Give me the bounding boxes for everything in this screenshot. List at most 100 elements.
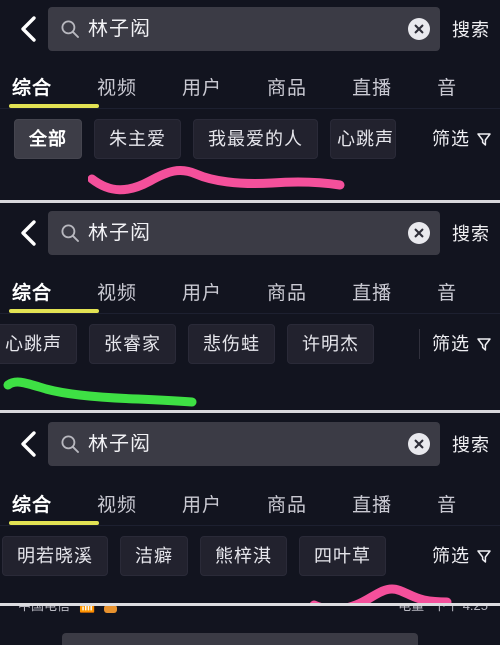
chip-zhuzhuai[interactable]: 朱主爱	[94, 119, 181, 159]
tab-yinyue[interactable]: 音	[437, 496, 457, 525]
tab-yinyue[interactable]: 音	[437, 284, 457, 313]
search-input-value: 林子闳	[88, 223, 151, 243]
screenshot-root: 林子闳 搜索 综合 视频 用户 商品 直播 音 全部 朱主爱 我最爱的人 心跳声…	[0, 0, 500, 645]
tab-label: 综合	[12, 495, 53, 516]
tab-label: 直播	[352, 495, 393, 516]
search-input[interactable]: 林子闳	[48, 211, 440, 255]
chip-label: 我最爱的人	[208, 129, 303, 149]
chevron-left-icon	[21, 220, 36, 246]
tab-yinyue[interactable]: 音	[437, 79, 457, 108]
tab-shangpin[interactable]: 商品	[267, 496, 307, 525]
funnel-icon	[476, 548, 492, 564]
chip-xintiaosheng[interactable]: 心跳声	[330, 119, 396, 159]
search-input[interactable]: 林子闳	[48, 422, 440, 466]
tab-yonghu[interactable]: 用户	[182, 496, 222, 525]
tab-shangpin[interactable]: 商品	[267, 284, 307, 313]
clipped-status-bar: 中国电信 📶 电量 下午 4:25	[0, 603, 500, 621]
tab-zhibo[interactable]: 直播	[352, 496, 392, 525]
tab-label: 音	[437, 495, 458, 516]
search-screen-panel-2: 林子闳 搜索 综合 视频 用户 商品 直播 音 心跳声 张睿家 悲伤蛙 许明杰 …	[0, 203, 500, 410]
search-tabs: 综合 视频 用户 商品 直播 音	[0, 475, 500, 525]
tab-label: 直播	[352, 283, 393, 304]
chip-siyecao[interactable]: 四叶草	[299, 536, 386, 576]
filter-label: 筛选	[432, 334, 470, 354]
chip-beishangwa[interactable]: 悲伤蛙	[188, 324, 275, 364]
search-input[interactable]	[62, 633, 418, 645]
tab-label: 综合	[12, 283, 53, 304]
search-icon	[60, 19, 80, 39]
search-header: 林子闳 搜索	[0, 413, 500, 475]
search-submit-button[interactable]: 搜索	[444, 431, 494, 457]
status-bar-right-glyphs: 电量 下午 4:25	[398, 606, 488, 620]
tab-label: 视频	[97, 283, 138, 304]
tab-label: 综合	[12, 78, 53, 99]
tab-shipin[interactable]: 视频	[97, 284, 137, 313]
signal-icon: 📶	[79, 606, 95, 612]
tab-shipin[interactable]: 视频	[97, 496, 137, 525]
chip-label: 明若晓溪	[17, 546, 93, 566]
chip-label: 张睿家	[104, 334, 161, 354]
filter-button[interactable]: 筛选	[432, 119, 500, 159]
tab-zonghe[interactable]: 综合	[9, 495, 99, 525]
tab-yonghu[interactable]: 用户	[182, 284, 222, 313]
search-submit-button[interactable]: 搜索	[444, 220, 494, 246]
funnel-icon	[476, 336, 492, 352]
chevron-left-icon	[21, 431, 36, 457]
chip-mingruoxiaoxi[interactable]: 明若晓溪	[2, 536, 108, 576]
tab-zhibo[interactable]: 直播	[352, 79, 392, 108]
search-icon	[60, 223, 80, 243]
chip-xiongziqi[interactable]: 熊梓淇	[200, 536, 287, 576]
search-input-value: 林子闳	[88, 19, 151, 39]
search-submit-button[interactable]: 搜索	[444, 16, 494, 42]
chip-wozuiaiderren[interactable]: 我最爱的人	[193, 119, 318, 159]
tab-label: 用户	[182, 283, 223, 304]
clear-search-button[interactable]	[408, 433, 430, 455]
search-input[interactable]: 林子闳	[48, 7, 440, 51]
chip-zhangruijia[interactable]: 张睿家	[89, 324, 176, 364]
carrier-label: 中国电信	[18, 606, 70, 612]
tab-shangpin[interactable]: 商品	[267, 79, 307, 108]
search-header: 林子闳 搜索	[0, 0, 500, 58]
tab-zhibo[interactable]: 直播	[352, 284, 392, 313]
clear-search-button[interactable]	[408, 18, 430, 40]
tab-shipin[interactable]: 视频	[97, 79, 137, 108]
search-icon	[60, 434, 80, 454]
tab-label: 直播	[352, 78, 393, 99]
chip-quanbu[interactable]: 全部	[14, 119, 82, 159]
tab-zonghe[interactable]: 综合	[9, 78, 99, 108]
back-button[interactable]	[8, 211, 48, 255]
tab-label: 音	[437, 283, 458, 304]
chip-jiepi[interactable]: 洁癖	[120, 536, 188, 576]
chip-label: 熊梓淇	[215, 546, 272, 566]
back-button[interactable]	[8, 7, 48, 51]
pink-annotation-scribble-2	[309, 584, 452, 603]
chip-label: 悲伤蛙	[203, 334, 260, 354]
filter-divider	[419, 329, 420, 359]
tab-label: 商品	[267, 78, 308, 99]
filter-button[interactable]: 筛选	[419, 324, 500, 364]
search-screen-panel-1: 林子闳 搜索 综合 视频 用户 商品 直播 音 全部 朱主爱 我最爱的人 心跳声…	[0, 0, 500, 200]
search-screen-panel-3: 林子闳 搜索 综合 视频 用户 商品 直播 音 明若晓溪 洁癖 熊梓淇 四叶草 …	[0, 413, 500, 603]
active-tab-underline	[9, 521, 99, 525]
close-icon	[414, 228, 424, 238]
back-button[interactable]	[8, 422, 48, 466]
filter-chip-row-2: 心跳声 张睿家 悲伤蛙 许明杰 筛选	[0, 314, 500, 374]
search-tabs: 综合 视频 用户 商品 直播 音	[0, 58, 500, 108]
chip-xintiaosheng[interactable]: 心跳声	[0, 324, 77, 364]
filter-label: 筛选	[432, 546, 470, 566]
chip-xumingjie[interactable]: 许明杰	[287, 324, 374, 364]
filter-label: 筛选	[432, 129, 470, 149]
tab-yonghu[interactable]: 用户	[182, 79, 222, 108]
battery-icon: 电量	[398, 606, 424, 612]
funnel-icon	[476, 131, 492, 147]
clear-search-button[interactable]	[408, 222, 430, 244]
tab-label: 视频	[97, 78, 138, 99]
tab-label: 用户	[182, 78, 223, 99]
tab-zonghe[interactable]: 综合	[9, 283, 99, 313]
active-tab-underline	[9, 309, 99, 313]
clock-label: 下午 4:25	[433, 606, 488, 612]
filter-button[interactable]: 筛选	[432, 536, 500, 576]
close-icon	[414, 439, 424, 449]
chip-label: 洁癖	[135, 546, 173, 566]
search-screen-panel-4-partial	[0, 621, 500, 645]
